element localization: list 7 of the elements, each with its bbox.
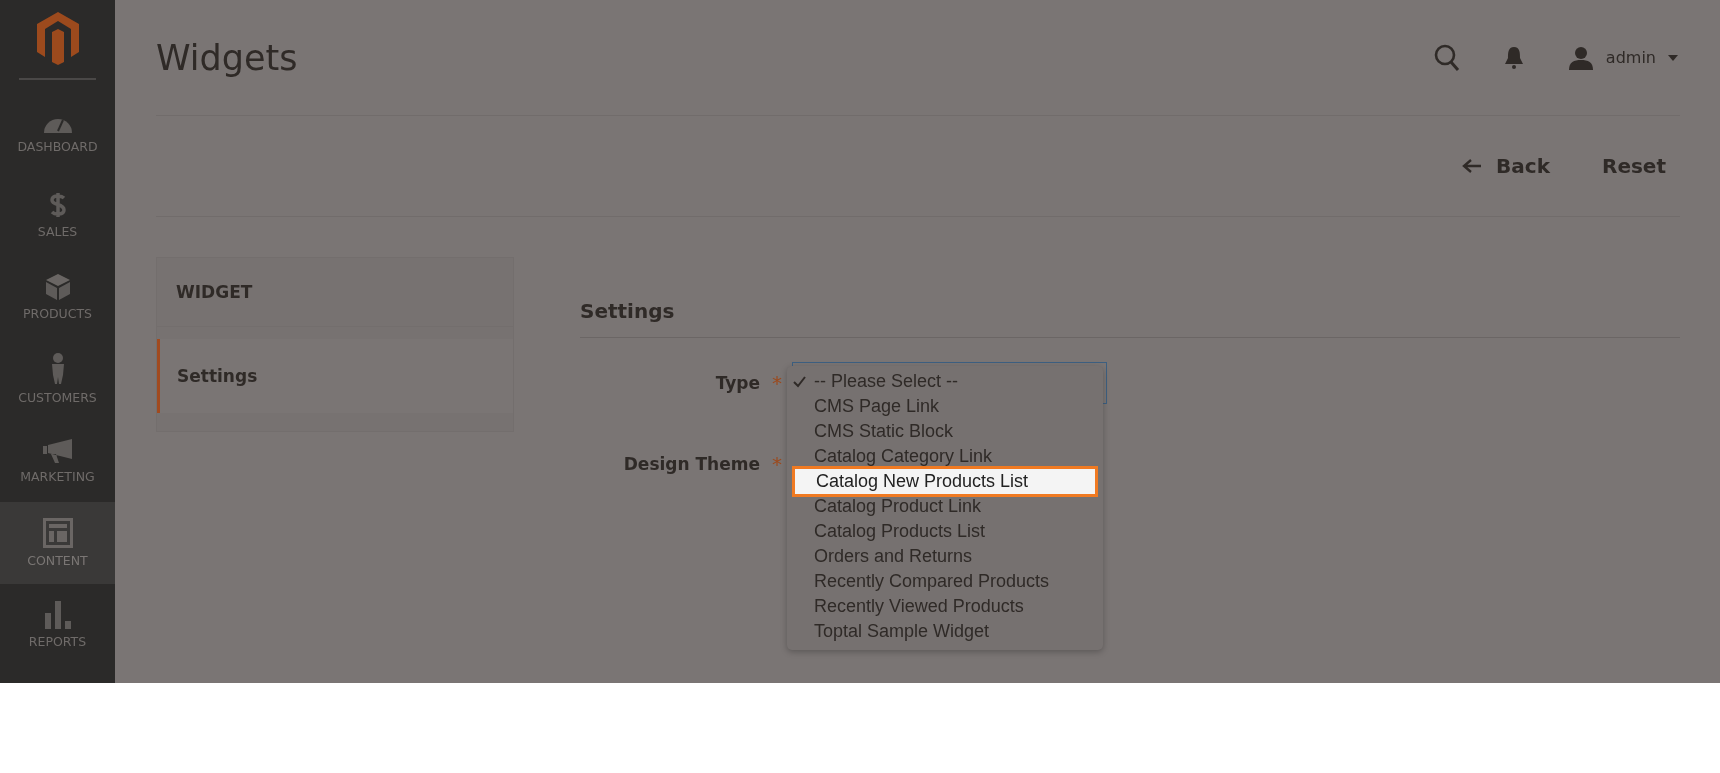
section-title: Settings xyxy=(580,299,1680,338)
field-label: Design Theme xyxy=(622,454,760,474)
tabs-title: WIDGET xyxy=(157,258,513,327)
required-mark: * xyxy=(772,452,782,476)
page-title: Widgets xyxy=(156,37,298,78)
field-label: Type xyxy=(714,373,760,393)
required-mark: * xyxy=(772,371,782,395)
